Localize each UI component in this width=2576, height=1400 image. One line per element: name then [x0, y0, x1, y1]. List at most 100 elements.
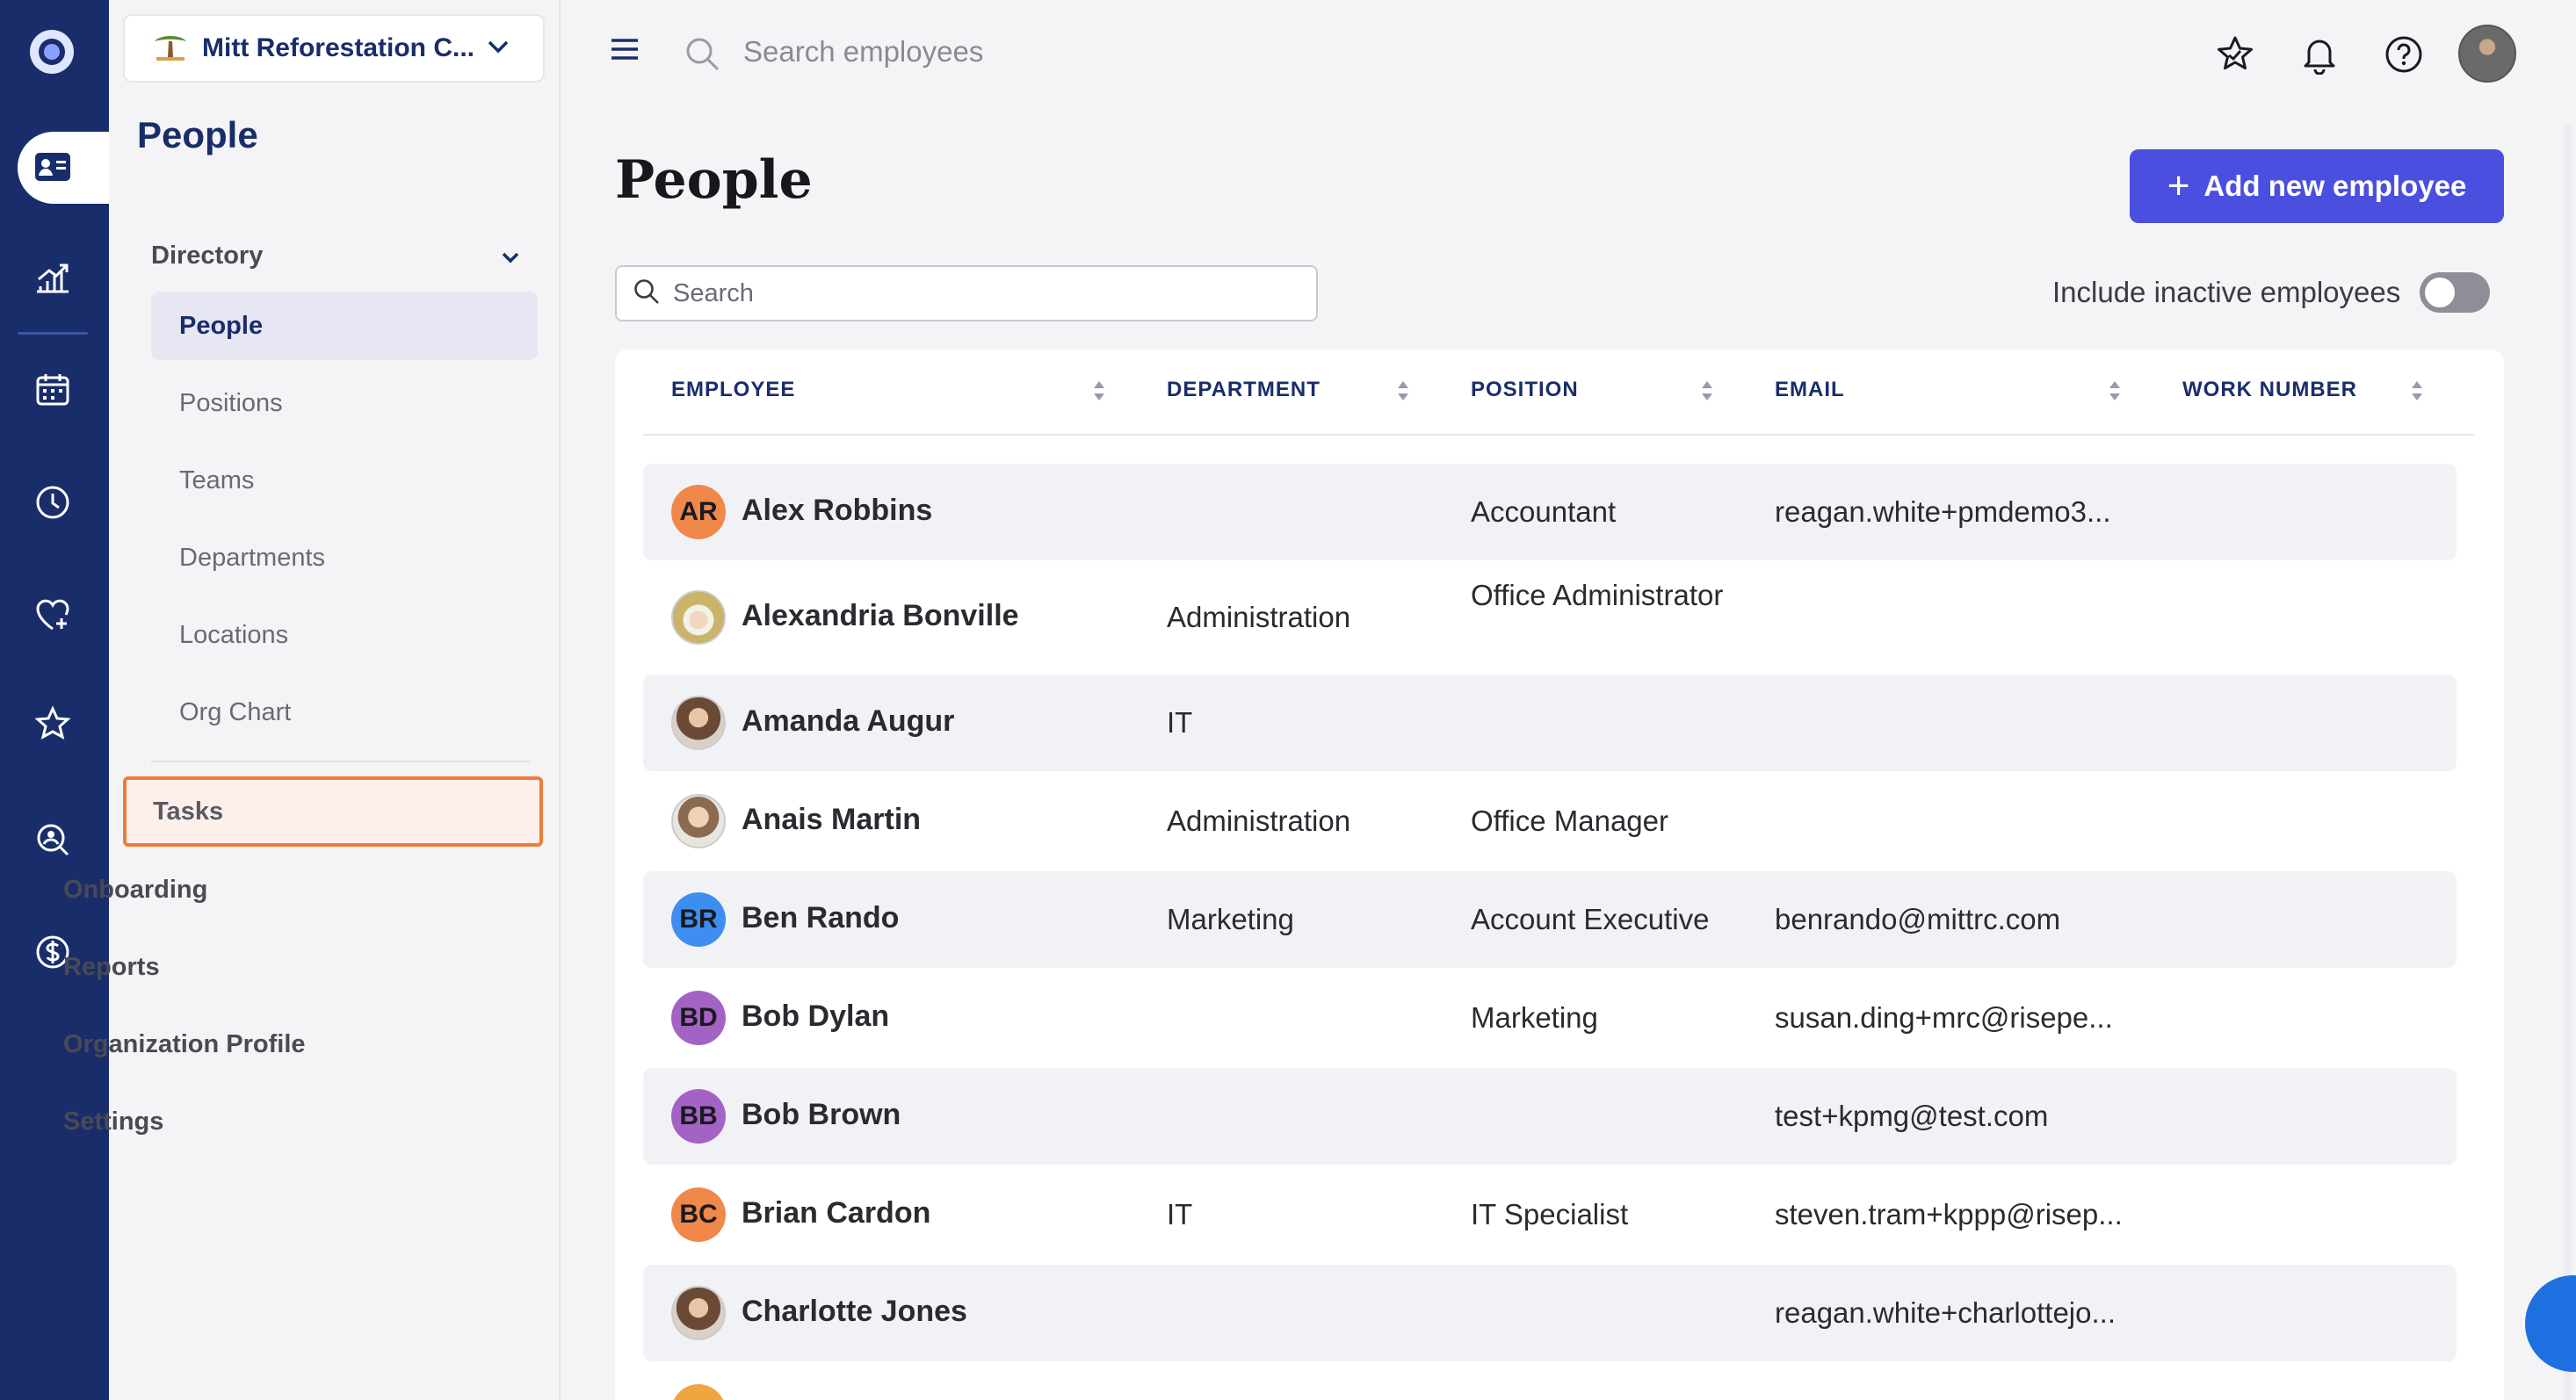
page-scrollbar[interactable]	[2564, 123, 2572, 1400]
org-name: Mitt Reforestation C...	[202, 33, 475, 62]
employee-name: Charlotte Jones	[742, 1295, 967, 1328]
employee-name: Alex Robbins	[742, 494, 933, 527]
sidebar-divider	[151, 761, 531, 762]
employee-email: steven.tram+kppp@risep...	[1775, 1198, 2123, 1230]
top-bar: Search employees	[562, 0, 2576, 111]
analytics-icon[interactable]	[32, 256, 74, 299]
sidebar-item-settings[interactable]: Settings	[42, 1087, 429, 1156]
app-logo-icon[interactable]	[30, 30, 74, 74]
avatar: BB	[671, 1089, 726, 1144]
avatar: BR	[671, 892, 726, 947]
table-row[interactable]: AR Alex Robbins Accountant reagan.white+…	[643, 464, 2457, 560]
table-row[interactable]: BB Bob Brown test+kpmg@test.com	[643, 1068, 2457, 1165]
heart-plus-icon[interactable]	[32, 594, 74, 636]
sidebar-item-teams[interactable]: Teams	[151, 446, 538, 515]
sidebar-item-locations[interactable]: Locations	[151, 601, 538, 669]
directory-label: Directory	[151, 241, 264, 270]
table-row[interactable]: Anais Martin Administration Office Manag…	[643, 773, 2457, 870]
employee-name: Bob Dylan	[742, 999, 890, 1033]
search-icon	[633, 278, 661, 310]
employee-position: Accountant	[1471, 495, 1617, 528]
plus-icon: +	[2167, 164, 2190, 207]
avatar: BD	[671, 991, 726, 1045]
avatar	[671, 1286, 726, 1340]
sort-icon[interactable]	[1701, 379, 1713, 402]
table-row[interactable]: Alexandria Bonville Administration Offic…	[643, 562, 2457, 673]
table-row[interactable]: BD Bob Dylan Marketing susan.ding+mrc@ri…	[643, 970, 2457, 1066]
employee-name: Brian Cardon	[742, 1196, 931, 1230]
help-icon[interactable]	[2381, 32, 2427, 77]
top-search-input[interactable]: Search employees	[743, 35, 983, 69]
clock-icon[interactable]	[32, 481, 74, 523]
user-avatar[interactable]	[2458, 25, 2516, 83]
search-placeholder: Search	[673, 278, 754, 307]
employee-position: Marketing	[1471, 1001, 1598, 1034]
sidebar-item-people[interactable]: People	[151, 292, 538, 360]
employee-department: Administration	[1167, 601, 1351, 633]
employee-department: Administration	[1167, 805, 1351, 837]
org-switcher[interactable]: Mitt Reforestation C...	[123, 14, 545, 83]
employee-name: Amanda Augur	[742, 704, 955, 738]
employee-position: IT Specialist	[1471, 1198, 1629, 1230]
hamburger-menu-icon[interactable]	[610, 37, 640, 66]
sort-icon[interactable]	[2411, 379, 2423, 402]
sidebar-item-onboarding[interactable]: Onboarding	[42, 855, 429, 924]
chat-widget-button[interactable]	[2525, 1275, 2576, 1372]
employee-email: benrando@mittrc.com	[1775, 903, 2061, 935]
org-logo-icon	[151, 29, 190, 69]
employee-department: IT	[1167, 706, 1193, 739]
column-header-position[interactable]: POSITION	[1471, 378, 1579, 402]
add-new-employee-label: Add new employee	[2203, 170, 2467, 202]
sidebar-item-tasks[interactable]: Tasks	[123, 776, 543, 847]
sidebar-item-positions[interactable]: Positions	[151, 369, 538, 437]
sidebar-directory-toggle[interactable]: Directory	[130, 221, 543, 290]
sidebar-item-org-chart[interactable]: Org Chart	[151, 678, 538, 747]
sidebar-item-departments[interactable]: Departments	[151, 523, 538, 592]
sort-icon[interactable]	[1397, 379, 1409, 402]
column-header-employee[interactable]: EMPLOYEE	[671, 378, 795, 402]
search-icon	[684, 35, 722, 78]
avatar	[671, 794, 726, 848]
employee-name: Alexandria Bonville	[742, 599, 1019, 632]
table-header-divider	[643, 434, 2474, 436]
rail-divider	[18, 332, 88, 335]
sort-icon[interactable]	[1093, 379, 1105, 402]
column-header-email[interactable]: EMAIL	[1775, 378, 1845, 402]
employee-search-field[interactable]: Search	[615, 265, 1318, 321]
employee-name: Ben Rando	[742, 901, 900, 935]
include-inactive-label: Include inactive employees	[2052, 276, 2401, 308]
sidebar-item-organization-profile[interactable]: Organization Profile	[42, 1010, 429, 1079]
search-person-icon[interactable]	[32, 819, 74, 861]
avatar: BC	[671, 1187, 726, 1242]
employee-position: Office Manager	[1471, 805, 1669, 837]
table-row[interactable]: Charlotte Jones reagan.white+charlottejo…	[643, 1265, 2457, 1361]
table-row[interactable]: Amanda Augur IT	[643, 675, 2457, 771]
employee-email: reagan.white+charlottejo...	[1775, 1296, 2116, 1329]
rail-people-tab[interactable]	[18, 132, 109, 204]
star-icon[interactable]	[32, 703, 74, 745]
calendar-icon[interactable]	[32, 369, 74, 411]
table-row[interactable]: BR Ben Rando Marketing Account Executive…	[643, 871, 2457, 968]
employee-name: Bob Brown	[742, 1098, 901, 1131]
avatar: AR	[671, 485, 726, 539]
column-header-work-number[interactable]: WORK NUMBER	[2182, 378, 2357, 402]
employee-email: test+kpmg@test.com	[1775, 1100, 2049, 1132]
employee-position: Account Executive	[1471, 903, 1710, 935]
employee-department: IT	[1167, 1198, 1193, 1230]
sort-icon[interactable]	[2109, 379, 2121, 402]
add-new-employee-button[interactable]: + Add new employee	[2130, 149, 2504, 223]
sidebar-title: People	[137, 114, 258, 155]
include-inactive-toggle[interactable]	[2420, 272, 2490, 313]
favorites-star-icon[interactable]	[2212, 32, 2258, 77]
notifications-bell-icon[interactable]	[2297, 32, 2342, 77]
chevron-down-icon	[501, 242, 520, 271]
avatar	[671, 590, 726, 645]
chevron-down-icon	[487, 39, 510, 59]
employee-department: Marketing	[1167, 903, 1294, 935]
column-header-department[interactable]: DEPARTMENT	[1167, 378, 1321, 402]
sidebar-item-reports[interactable]: Reports	[42, 933, 429, 1001]
avatar	[671, 696, 726, 750]
table-row[interactable]: BC Brian Cardon IT IT Specialist steven.…	[643, 1166, 2457, 1263]
app-rail	[0, 0, 109, 1400]
people-card-icon	[33, 149, 76, 189]
